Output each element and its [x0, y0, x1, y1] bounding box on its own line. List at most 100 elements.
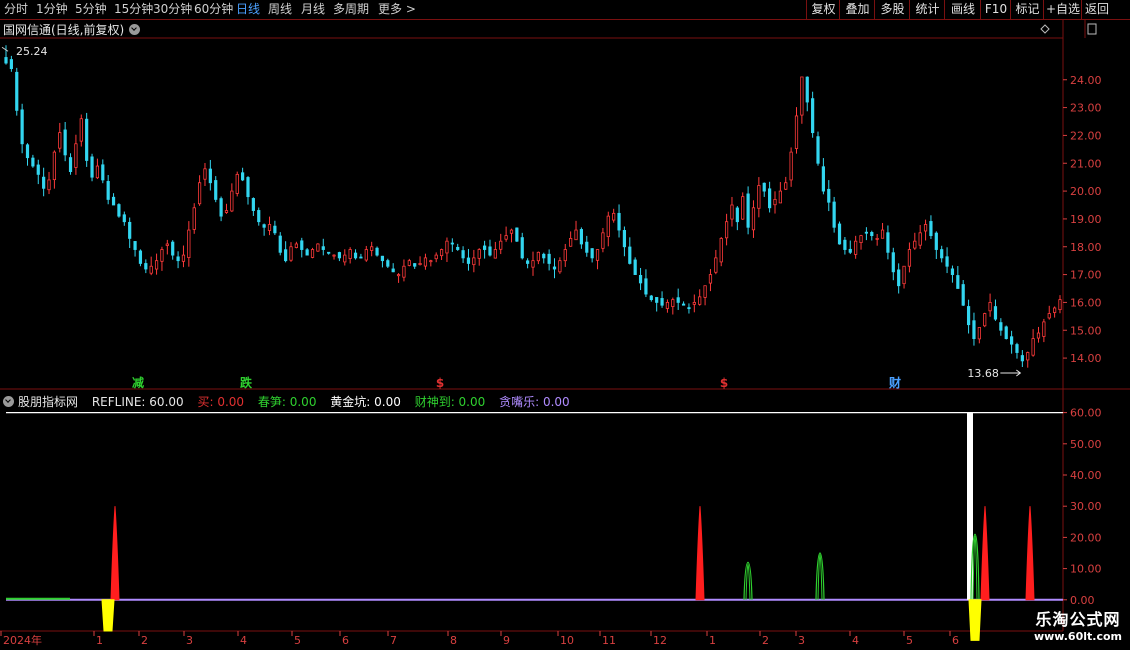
candle-body — [25, 144, 30, 159]
candle-body — [843, 239, 847, 250]
candle-body — [751, 207, 756, 231]
chart-canvas: 24.0023.0022.0021.0020.0019.0018.0017.00… — [0, 20, 1130, 647]
candle-body — [192, 207, 196, 230]
candle-body — [429, 260, 433, 263]
candle-body — [235, 173, 239, 194]
candle-body — [1010, 336, 1014, 345]
candle-body — [671, 299, 675, 307]
x-tick-label: 9 — [503, 634, 510, 647]
candle-body — [257, 210, 261, 223]
candle-body — [999, 322, 1003, 331]
price-tick-label: 14.00 — [1070, 352, 1102, 365]
candle-body — [477, 249, 481, 259]
candle-body — [784, 182, 788, 190]
candle-body — [913, 240, 917, 249]
candle-body — [391, 268, 395, 273]
candle-body — [370, 246, 374, 251]
buy-spike — [980, 506, 990, 601]
candle-body — [724, 221, 729, 239]
candle-body — [821, 166, 825, 192]
price-tick-label: 17.00 — [1070, 269, 1102, 282]
panel-toggle-icon — [1087, 23, 1097, 35]
candle-body — [4, 57, 8, 64]
candle-body — [171, 241, 175, 256]
x-tick-label: 12 — [653, 634, 667, 647]
ind-tick-label: 40.00 — [1070, 469, 1102, 482]
candle-body — [972, 320, 976, 339]
green-spike-inner — [817, 553, 823, 600]
candle-body — [805, 76, 809, 103]
candle-body — [343, 254, 347, 263]
candle-body — [380, 255, 385, 262]
candle-body — [515, 227, 519, 242]
high-price-label: 25.24 — [16, 45, 48, 58]
candle-body — [31, 157, 35, 167]
candle-body — [418, 263, 422, 266]
candle-body — [827, 188, 831, 203]
candle-body — [552, 266, 557, 270]
candle-body — [681, 303, 686, 306]
candle-body — [74, 143, 78, 168]
candle-body — [811, 98, 815, 134]
ind-tick-label: 60.00 — [1070, 407, 1102, 420]
candle-body — [789, 151, 793, 181]
candle-body — [117, 204, 121, 217]
buy-spike — [110, 506, 120, 601]
candle-body — [407, 260, 411, 266]
candle-body — [79, 118, 83, 142]
candle-body — [42, 176, 46, 189]
candle-body — [983, 313, 987, 327]
price-tick-label: 23.00 — [1070, 102, 1102, 115]
candle-body — [300, 240, 304, 250]
ind-tick-label: 0.00 — [1070, 594, 1095, 607]
candle-body — [289, 246, 293, 261]
candle-body — [181, 254, 186, 262]
candle-body — [757, 185, 761, 209]
x-tick-label: 2 — [141, 634, 148, 647]
candle-body — [854, 240, 858, 255]
candle-body — [111, 196, 116, 206]
candle-body — [837, 223, 842, 245]
candle-body — [321, 246, 325, 250]
candle-body — [558, 260, 562, 273]
candle-body — [714, 257, 718, 273]
candle-body — [95, 165, 100, 179]
signal-marker-1: 跌 — [240, 375, 253, 390]
candle-body — [413, 263, 417, 267]
candle-body — [612, 212, 616, 221]
candle-body — [536, 251, 540, 262]
candle-body — [692, 302, 696, 305]
candle-body — [472, 257, 476, 266]
x-tick-label: 4 — [240, 634, 247, 647]
price-tick-label: 16.00 — [1070, 296, 1102, 309]
candle-body — [531, 260, 535, 268]
watermark: 乐淘公式网 www.60lt.com — [1034, 606, 1122, 643]
candle-body — [128, 221, 132, 239]
chevron-down-icon[interactable] — [3, 396, 14, 407]
candle-body — [880, 229, 885, 239]
candle-body — [940, 249, 944, 259]
signal-marker-3: $ — [720, 376, 728, 390]
ind-tick-label: 30.00 — [1070, 500, 1102, 513]
candle-body — [154, 260, 159, 270]
candle-body — [617, 212, 621, 231]
candle-body — [859, 235, 863, 243]
candle-body — [63, 129, 67, 156]
x-tick-label: 8 — [450, 634, 457, 647]
candle-body — [106, 181, 110, 200]
candle-body — [138, 250, 143, 264]
candle-body — [526, 260, 530, 264]
candle-body — [1004, 326, 1008, 340]
candle-body — [585, 241, 589, 253]
buy-spike — [695, 506, 705, 601]
signal-marker-2: $ — [436, 376, 444, 390]
chevron-down-icon[interactable] — [129, 24, 141, 35]
ind-tick-label: 20.00 — [1070, 531, 1102, 544]
low-pointer — [1000, 369, 1022, 377]
candle-body — [208, 168, 212, 184]
candle-body — [762, 182, 766, 192]
indicator-value-3: 黄金坑: 0.00 — [326, 395, 401, 409]
candle-body — [246, 177, 250, 198]
indicator-value-4: 财神到: 0.00 — [410, 395, 486, 409]
candle-body — [660, 298, 664, 306]
